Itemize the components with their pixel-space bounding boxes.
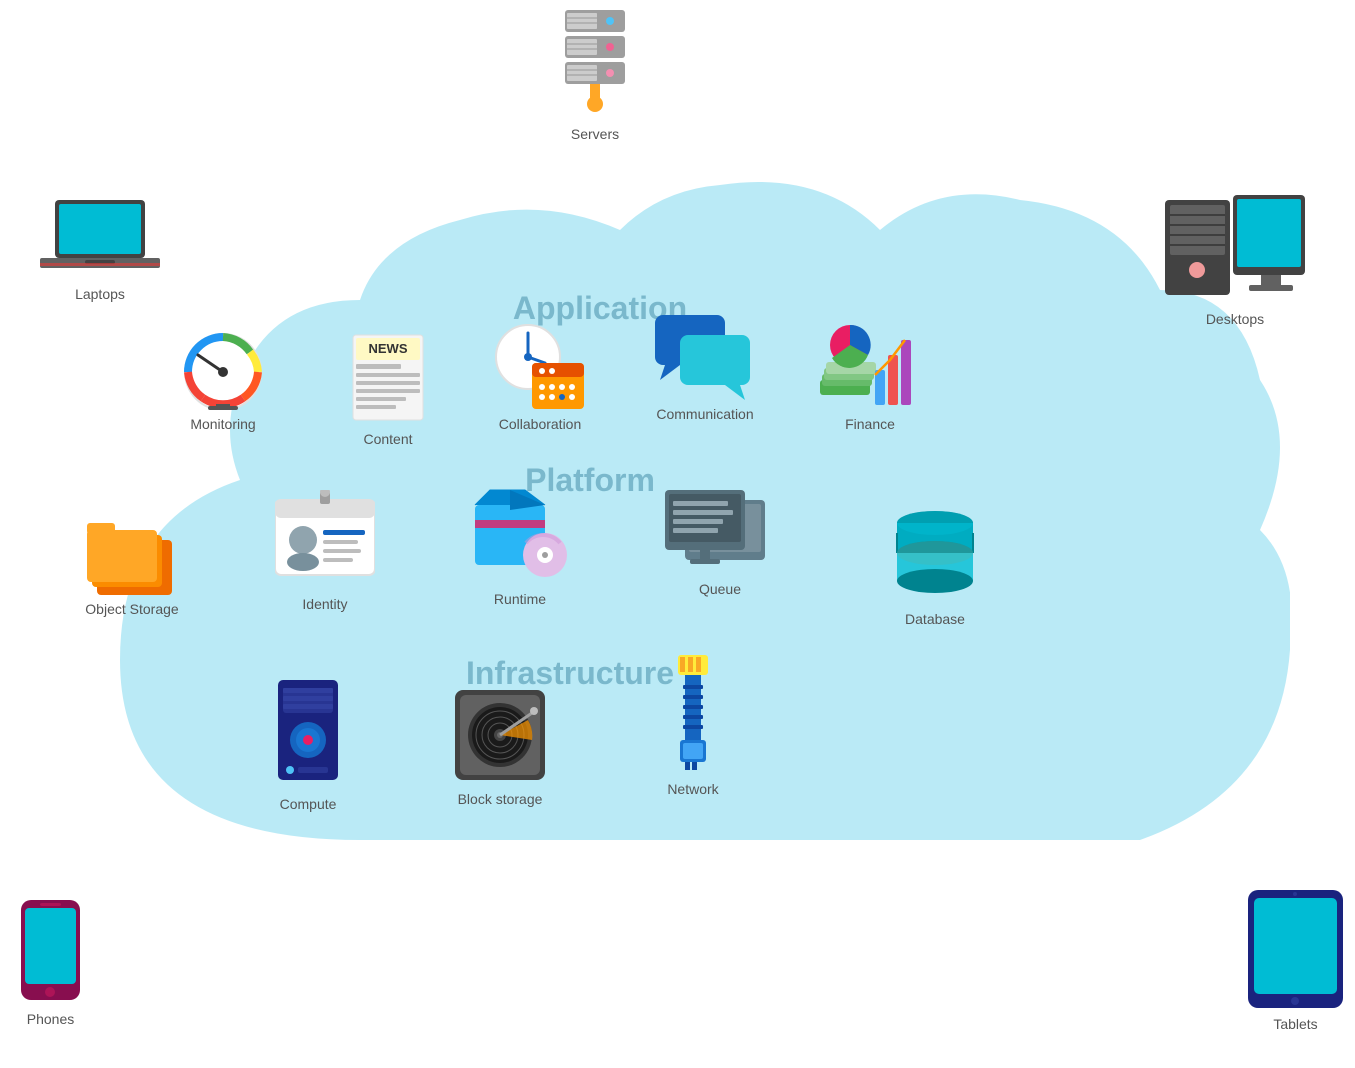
content-label: Content: [363, 431, 412, 447]
network-label: Network: [667, 781, 718, 797]
runtime-item: Runtime: [470, 485, 570, 607]
phones-icon: [18, 900, 83, 1005]
collaboration-label: Collaboration: [499, 416, 582, 432]
desktops-item: Desktops: [1165, 195, 1305, 327]
database-label: Database: [905, 611, 965, 627]
runtime-icon: [470, 485, 570, 585]
content-item: NEWS Content: [348, 330, 428, 447]
laptops-label: Laptops: [75, 286, 125, 302]
block-storage-icon: [450, 685, 550, 785]
svg-text:NEWS: NEWS: [369, 341, 408, 356]
desktops-label: Desktops: [1206, 311, 1264, 327]
phones-label: Phones: [27, 1011, 74, 1027]
object-storage-item: Object Storage: [82, 510, 182, 617]
identity-icon: [275, 490, 375, 590]
laptops-item: Laptops: [40, 200, 160, 302]
monitoring-label: Monitoring: [190, 416, 255, 432]
servers-item: Servers: [555, 10, 635, 142]
network-icon: [658, 655, 728, 775]
object-storage-icon: [82, 510, 182, 595]
compute-item: Compute: [268, 680, 348, 812]
collaboration-icon: [490, 315, 590, 410]
tablets-label: Tablets: [1273, 1016, 1317, 1032]
object-storage-label: Object Storage: [85, 601, 178, 617]
network-item: Network: [658, 655, 728, 797]
communication-icon: [655, 315, 755, 400]
communication-label: Communication: [656, 406, 753, 422]
block-storage-item: Block storage: [450, 685, 550, 807]
finance-icon: [820, 320, 920, 410]
database-icon: [890, 505, 980, 605]
queue-item: Queue: [665, 485, 775, 597]
servers-icon: [555, 10, 635, 120]
runtime-label: Runtime: [494, 591, 546, 607]
finance-item: Finance: [820, 320, 920, 432]
queue-label: Queue: [699, 581, 741, 597]
communication-item: Communication: [655, 315, 755, 422]
monitoring-icon: [178, 330, 268, 410]
identity-label: Identity: [302, 596, 347, 612]
content-icon: NEWS: [348, 330, 428, 425]
finance-label: Finance: [845, 416, 895, 432]
collaboration-item: Collaboration: [490, 315, 590, 432]
identity-item: Identity: [275, 490, 375, 612]
desktops-icon: [1165, 195, 1305, 305]
tablets-item: Tablets: [1248, 890, 1343, 1032]
tablets-icon: [1248, 890, 1343, 1010]
compute-icon: [268, 680, 348, 790]
servers-label: Servers: [571, 126, 619, 142]
database-item: Database: [890, 505, 980, 627]
phones-item: Phones: [18, 900, 83, 1027]
compute-label: Compute: [280, 796, 337, 812]
block-storage-label: Block storage: [458, 791, 543, 807]
laptops-icon: [40, 200, 160, 280]
monitoring-item: Monitoring: [178, 330, 268, 432]
queue-icon: [665, 485, 775, 575]
